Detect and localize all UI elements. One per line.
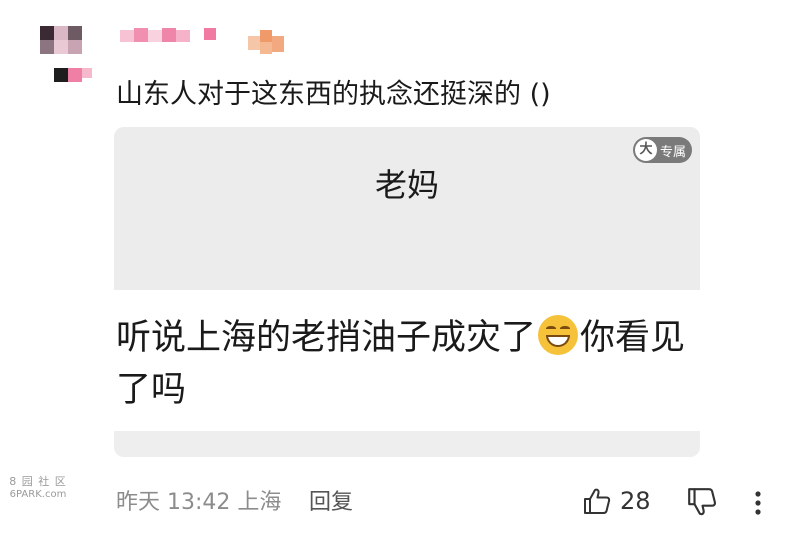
- like-count: 28: [620, 487, 651, 515]
- watermark-bottom: 6PARK.com: [9, 489, 67, 500]
- grinning-face-emoji-icon: [538, 315, 579, 355]
- badge-label: 专属: [659, 144, 686, 160]
- badge-icon: 大: [634, 139, 657, 161]
- card-body-text: 听说上海的老捎油子成灾了 你看见了吗: [116, 312, 696, 416]
- watermark: 8 园 社 区 6PARK.com: [2, 475, 74, 505]
- card-header: 老妈 大 专属: [114, 127, 700, 290]
- card-footer-strip: [114, 431, 700, 457]
- thumbs-down-icon: [688, 488, 716, 516]
- avatar[interactable]: [40, 26, 96, 86]
- watermark-top: 8 园 社 区: [9, 475, 67, 488]
- comment-text: 山东人对于这东西的执念还挺深的 (): [116, 79, 551, 110]
- more-options-button[interactable]: [748, 488, 768, 518]
- exclusive-badge: 大 专属: [632, 137, 692, 163]
- card-body-part-1: 听说上海的老捎油子成灾了: [116, 318, 537, 358]
- thumbs-up-icon: [584, 488, 611, 514]
- username-mosaic[interactable]: [120, 28, 290, 54]
- like-button[interactable]: 28: [582, 484, 651, 518]
- more-vertical-icon: [755, 491, 761, 515]
- reply-button[interactable]: 回复: [309, 488, 353, 518]
- comment-meta: 昨天 13:42 上海: [116, 490, 282, 515]
- quoted-post-card[interactable]: 老妈 大 专属 听说上海的老捎油子成灾了 你看见了吗: [114, 127, 700, 457]
- card-title: 老妈: [374, 166, 439, 204]
- dislike-button[interactable]: [686, 486, 718, 518]
